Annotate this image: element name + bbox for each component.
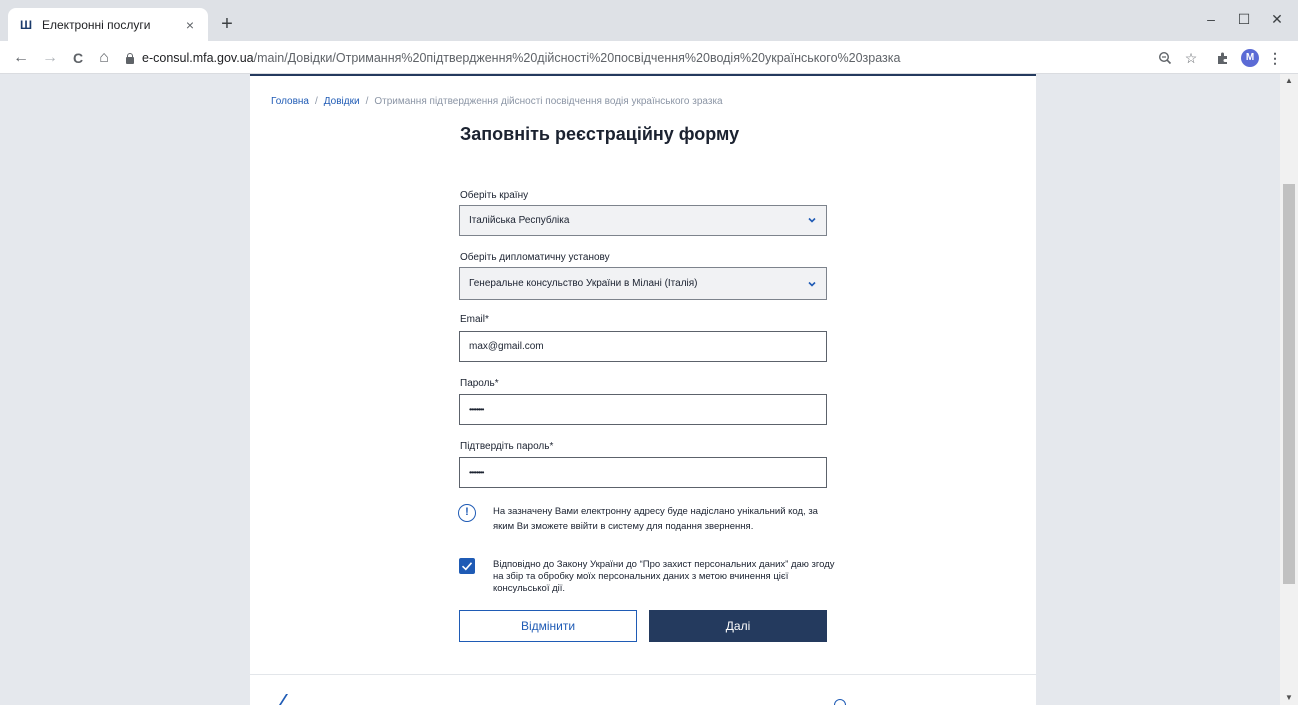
breadcrumb-separator: / xyxy=(365,96,369,107)
chevron-down-icon xyxy=(808,281,816,287)
tab-title: Електронні послуги xyxy=(42,17,151,32)
country-label: Оберіть країну xyxy=(460,190,529,201)
scroll-up-arrow[interactable]: ▲ xyxy=(1280,74,1298,88)
browser-tab[interactable]: Ш Електронні послуги × xyxy=(8,8,208,41)
breadcrumb: Головна / Довідки / Отримання підтвердження … xyxy=(271,96,723,107)
confirm-password-label: Підтвердіть пароль* xyxy=(460,441,554,452)
consent-text: Відповідно до Закону України до “Про зах… xyxy=(493,559,835,594)
mission-select-value: Генеральне консульство України в Мілані … xyxy=(469,278,698,289)
new-tab-button[interactable]: + xyxy=(216,13,238,35)
address-bar[interactable]: e-consul.mfa.gov.ua/main/Довідки/Отриман… xyxy=(124,46,1134,70)
email-label: Email* xyxy=(460,314,489,325)
home-button[interactable]: ⌂ xyxy=(93,47,115,69)
checkmark-icon xyxy=(461,562,473,571)
close-tab-icon[interactable]: × xyxy=(182,17,198,33)
footer-divider xyxy=(250,674,1036,675)
breadcrumb-section-link[interactable]: Довідки xyxy=(324,96,360,107)
minimize-button[interactable]: – xyxy=(1196,8,1226,30)
back-button[interactable]: ← xyxy=(10,47,32,69)
page-title: Заповніть реєстраційну форму xyxy=(460,124,740,144)
help-icon[interactable] xyxy=(834,699,846,705)
trident-icon: Ш xyxy=(19,17,33,32)
next-button[interactable]: Далі xyxy=(649,610,827,642)
breadcrumb-current: Отримання підтвердження дійсності посвід… xyxy=(374,96,723,107)
star-icon[interactable]: ☆ xyxy=(1180,47,1202,69)
lock-icon[interactable] xyxy=(124,52,136,64)
card-top-accent xyxy=(250,74,1036,76)
password-field-value: •••••••• xyxy=(469,405,484,414)
profile-avatar[interactable]: M xyxy=(1241,49,1259,67)
consent-checkbox[interactable] xyxy=(459,558,475,574)
chevron-down-icon xyxy=(808,217,816,223)
breadcrumb-separator: / xyxy=(315,96,318,107)
browser-window: Ш Електронні послуги × + – ☐ ✕ ← → C ⌂ e… xyxy=(0,0,1298,705)
mission-label: Оберіть дипломатичну установу xyxy=(460,252,610,263)
extensions-icon[interactable] xyxy=(1212,47,1234,69)
url-text: e-consul.mfa.gov.ua/main/Довідки/Отриман… xyxy=(142,51,900,65)
maximize-button[interactable]: ☐ xyxy=(1229,8,1259,30)
form-card: Головна / Довідки / Отримання підтвердження … xyxy=(250,74,1036,705)
site-logo-icon xyxy=(279,694,288,705)
password-label: Пароль* xyxy=(460,378,499,389)
forward-button[interactable]: → xyxy=(39,47,61,69)
zoom-icon[interactable] xyxy=(1154,47,1176,69)
scroll-down-arrow[interactable]: ▼ xyxy=(1280,691,1298,705)
country-select[interactable]: Італійська Республіка xyxy=(459,205,827,236)
url-path: /main/Довідки/Отримання%20підтвердження%… xyxy=(253,51,901,65)
notice-text: На зазначену Вами електронну адресу буде… xyxy=(493,506,818,532)
browser-toolbar: ← → C ⌂ e-consul.mfa.gov.ua/main/Довідки… xyxy=(0,41,1298,74)
mission-select[interactable]: Генеральне консульство України в Мілані … xyxy=(459,267,827,300)
email-field-value: max@gmail.com xyxy=(469,341,544,352)
breadcrumb-home-link[interactable]: Головна xyxy=(271,96,309,107)
password-field[interactable]: •••••••• xyxy=(459,394,827,425)
close-window-button[interactable]: ✕ xyxy=(1262,8,1292,30)
info-icon: ! xyxy=(458,504,476,522)
page-viewport: Головна / Довідки / Отримання підтвердження … xyxy=(0,74,1280,705)
reload-button[interactable]: C xyxy=(67,47,89,69)
country-select-value: Італійська Республіка xyxy=(469,215,570,226)
confirm-password-field[interactable]: •••••••• xyxy=(459,457,827,488)
page-scrollbar[interactable]: ▲ ▼ xyxy=(1280,74,1298,705)
scroll-thumb[interactable] xyxy=(1283,184,1295,584)
url-host: e-consul.mfa.gov.ua xyxy=(142,51,254,65)
email-field[interactable]: max@gmail.com xyxy=(459,331,827,362)
cancel-button[interactable]: Відмінити xyxy=(459,610,637,642)
menu-icon[interactable]: ⋮ xyxy=(1264,47,1286,69)
tab-strip: Ш Електронні послуги × + – ☐ ✕ xyxy=(0,0,1298,41)
confirm-password-field-value: •••••••• xyxy=(469,468,484,477)
